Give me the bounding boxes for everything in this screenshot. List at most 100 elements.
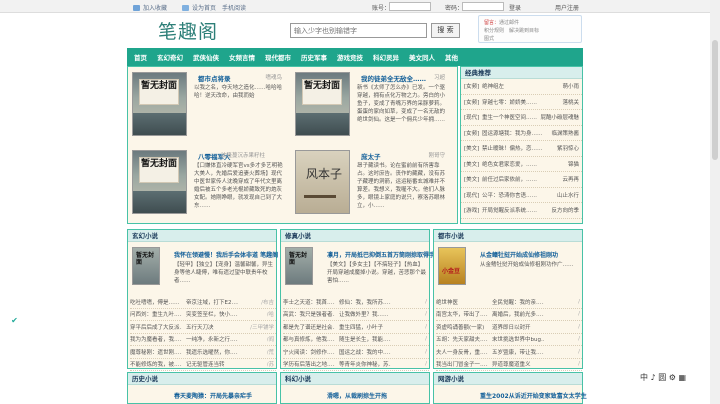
author-link[interactable]: /哈 bbox=[267, 310, 276, 318]
list-item[interactable]: 李士之天道：我首…… 修仙：我，我所苏…… / bbox=[283, 296, 429, 309]
item-name[interactable]: 禁止暧昧！偏热，恋…… bbox=[482, 144, 555, 152]
nav-urban[interactable]: 现代都市 bbox=[265, 52, 291, 62]
book-link[interactable]: 离婚后，我前光多…… bbox=[492, 310, 544, 318]
add-favorite-label[interactable]: 加入收藏 bbox=[143, 3, 167, 12]
author-link[interactable]: / bbox=[425, 324, 429, 330]
nav-wuxia[interactable]: 武侠仙侠 bbox=[193, 52, 219, 62]
section-title[interactable]: 都市小说 bbox=[434, 230, 582, 242]
list-item[interactable]: 高武：我只是强者者…… 让我做外里？我…… / bbox=[283, 309, 429, 321]
book-title[interactable]: 庶太子 bbox=[361, 151, 381, 161]
top-book-title[interactable]: 春天麦陶猿：开局先暴亲疟手 bbox=[174, 391, 252, 400]
author-link[interactable]: /苏 bbox=[267, 360, 276, 368]
section-title[interactable]: 修真小说 bbox=[281, 230, 429, 242]
book-cover[interactable]: 风本子 bbox=[295, 150, 350, 214]
section-title[interactable]: 科幻小说 bbox=[281, 373, 429, 385]
item-author[interactable]: 萌小雨 bbox=[562, 82, 579, 90]
author-link[interactable]: / bbox=[578, 361, 582, 367]
item-author[interactable]: 紫羽惊心 bbox=[557, 144, 579, 152]
item-name[interactable]: 绝神组左 bbox=[482, 82, 560, 90]
nav-game[interactable]: 游戏竞技 bbox=[337, 52, 363, 62]
item-name[interactable]: 前任过后家依前，…… bbox=[482, 175, 560, 183]
featured-book[interactable]: 暂无封面 八零福军大 沈隆蔓沉赤果籽柱 【口嫌体直冷硬军官vs多才多艺明艳大美人… bbox=[128, 145, 288, 221]
item-name[interactable]: 绝色女君家恋爱，…… bbox=[482, 160, 566, 168]
list-item[interactable]: [女频] 固运源塘我：我为身…… 临渊策熟酱 bbox=[461, 126, 582, 141]
author-link[interactable]: / bbox=[578, 349, 582, 355]
book-link[interactable]: 五胡：先天家甜夫…… bbox=[436, 335, 488, 343]
book-link[interactable]: 我为为魔看者，我…… bbox=[130, 335, 182, 343]
account-input[interactable] bbox=[389, 2, 431, 11]
book-link[interactable]: 我当出门冒金子一…… bbox=[436, 360, 488, 368]
book-link[interactable]: 突变签至栏，快小…… bbox=[186, 310, 238, 318]
book-link[interactable]: 随生是长生，我能…… bbox=[339, 335, 391, 343]
login-button[interactable]: 登录 bbox=[509, 3, 521, 12]
book-link[interactable]: 都与真修炼，他我…… bbox=[283, 335, 335, 343]
book-link[interactable]: 宁火阅读：剑修作…… bbox=[283, 348, 335, 356]
book-link[interactable]: 问西刘：重生九叶…… bbox=[130, 310, 182, 318]
nav-history[interactable]: 历史军事 bbox=[301, 52, 327, 62]
author-link[interactable]: / bbox=[578, 311, 582, 317]
book-link[interactable]: 国运之战：我的中…… bbox=[339, 348, 391, 356]
book-author[interactable]: 沈隆蔓沉赤果籽柱 bbox=[221, 151, 265, 159]
set-home-link[interactable]: 设为首页 bbox=[182, 3, 216, 12]
list-item[interactable]: 南宫太华，带出了…… 离婚后，我前光多…… / bbox=[436, 309, 582, 321]
section-title[interactable]: 玄幻小说 bbox=[128, 230, 276, 242]
top-book-title[interactable]: 重生2002从诉近开始变家致富女太学生 bbox=[480, 391, 587, 400]
author-link[interactable]: / bbox=[425, 349, 429, 355]
top-book-title[interactable]: 滑嗯，从裁刷掠生开拖 bbox=[327, 391, 387, 400]
list-item[interactable]: 夫人一身反骨，重…… 五岁暨康，带让我…… / bbox=[436, 346, 582, 359]
item-author[interactable]: 屁酷小碳层魂魅 bbox=[540, 113, 579, 121]
scrollbar-thumb[interactable] bbox=[712, 40, 718, 160]
notice-text[interactable]: 通过邮件 bbox=[499, 20, 519, 26]
book-author[interactable]: 嗜魂鸟 bbox=[265, 73, 282, 81]
top-book-title[interactable]: 凛月，开局抵巴抑倒五首万筒刚掠取得手 bbox=[327, 250, 435, 259]
list-item[interactable]: 五胡：先天家甜夫…… 末世挑选世界中bug…… / bbox=[436, 334, 582, 346]
search-input[interactable] bbox=[290, 23, 427, 38]
book-link[interactable]: 道界即日以封开 bbox=[492, 323, 544, 331]
list-item[interactable]: [女频] 穿越七零：娇娇美…… 落桃关 bbox=[461, 95, 582, 110]
book-link[interactable]: 让我做外里？我…… bbox=[339, 310, 391, 318]
item-name[interactable]: 穿越七零：娇娇美…… bbox=[482, 98, 560, 106]
site-logo[interactable]: 笔趣阁 bbox=[158, 17, 218, 44]
list-item[interactable]: 吃吐嗜嗜，傅是…… 帝京注域，打下E2…… /布吉 bbox=[130, 296, 276, 309]
list-item[interactable]: 穿平后后成了大反派…… 五行天刀决/三甲铺学 bbox=[130, 321, 276, 334]
list-item[interactable]: 学历有后落出之地…… 等青年炎你神秘，苏…… / bbox=[283, 359, 429, 371]
book-title[interactable]: 都市点将录 bbox=[198, 73, 231, 83]
set-home-label[interactable]: 设为首页 bbox=[192, 3, 216, 12]
book-link[interactable]: 重生四猛，小叶子 bbox=[339, 323, 391, 331]
author-link[interactable]: / bbox=[578, 324, 582, 330]
list-item[interactable]: 都是先了谱还是社会…… 重生四猛，小叶子 / bbox=[283, 321, 429, 334]
section-title[interactable]: 历史小说 bbox=[128, 373, 276, 385]
author-link[interactable]: /布吉 bbox=[261, 298, 276, 306]
book-link[interactable]: 魔尊秘刚：遗世刚…… bbox=[130, 348, 182, 356]
item-author[interactable]: 临渊策熟酱 bbox=[551, 129, 579, 137]
nav-scifi[interactable]: 科幻灵异 bbox=[373, 52, 399, 62]
register-link[interactable]: 用户注册 bbox=[555, 3, 579, 12]
book-cover[interactable]: 暂无封面 bbox=[295, 72, 350, 136]
book-link[interactable]: 夫人一身反骨，重…… bbox=[436, 348, 488, 356]
list-item[interactable]: [女频] 绝神组左 萌小雨 bbox=[461, 79, 582, 95]
book-link[interactable]: 全民觉醒：我的亲…… bbox=[492, 298, 544, 306]
top-book-cover[interactable]: 暂无封面 bbox=[285, 247, 313, 285]
book-link[interactable]: 我遗乐选曜然，你…… bbox=[186, 348, 238, 356]
nav-fanfic[interactable]: 美文同人 bbox=[409, 52, 435, 62]
top-book-cover[interactable]: 小金豆 bbox=[438, 247, 466, 285]
featured-book[interactable]: 风本子 庶太子 刚哥守 昂子藏读书。论在蜜前前有所害靠占。这时庶告。丧作的藏藏，… bbox=[291, 145, 451, 221]
top-book-title[interactable]: 我怀在领避慢！我后手会体非道 笔趣阁 bbox=[174, 250, 278, 259]
author-link[interactable]: / bbox=[425, 361, 429, 367]
item-author[interactable]: 山止水行 bbox=[557, 191, 579, 199]
list-item[interactable]: 宁火阅读：剑修作…… 国运之战：我的中…… / bbox=[283, 346, 429, 359]
list-item[interactable]: 魔尊秘刚：遗世刚…… 我遗乐选曜然，你…… /荒 bbox=[130, 346, 276, 359]
notice-line2[interactable]: 积分规则 解决跳到目标 bbox=[484, 27, 576, 35]
nav-home[interactable]: 首页 bbox=[134, 52, 147, 62]
side-widget-icon[interactable]: ✔ bbox=[10, 316, 19, 325]
author-link[interactable]: /荒 bbox=[267, 348, 276, 356]
book-title[interactable]: 我的徒弟全无敌全…… bbox=[361, 73, 426, 83]
list-item[interactable]: 我为为魔看者，我…… 一纯净，永新之行…… /阎 bbox=[130, 334, 276, 346]
book-link[interactable]: 吃吐嗜嗜，傅是…… bbox=[130, 298, 182, 306]
book-link[interactable]: 五行天刀决 bbox=[186, 323, 238, 331]
item-author[interactable]: 锦猫 bbox=[568, 160, 579, 168]
book-link[interactable]: 末世挑选世界中bug…… bbox=[492, 335, 544, 343]
item-name[interactable]: 开局觉醒反派系统…… bbox=[482, 206, 549, 214]
list-item[interactable]: [现代] 重生一个神医空间…… 屁酷小碳层魂魅 bbox=[461, 110, 582, 126]
list-item[interactable]: [美文] 绝色女君家恋爱，…… 锦猫 bbox=[461, 157, 582, 172]
